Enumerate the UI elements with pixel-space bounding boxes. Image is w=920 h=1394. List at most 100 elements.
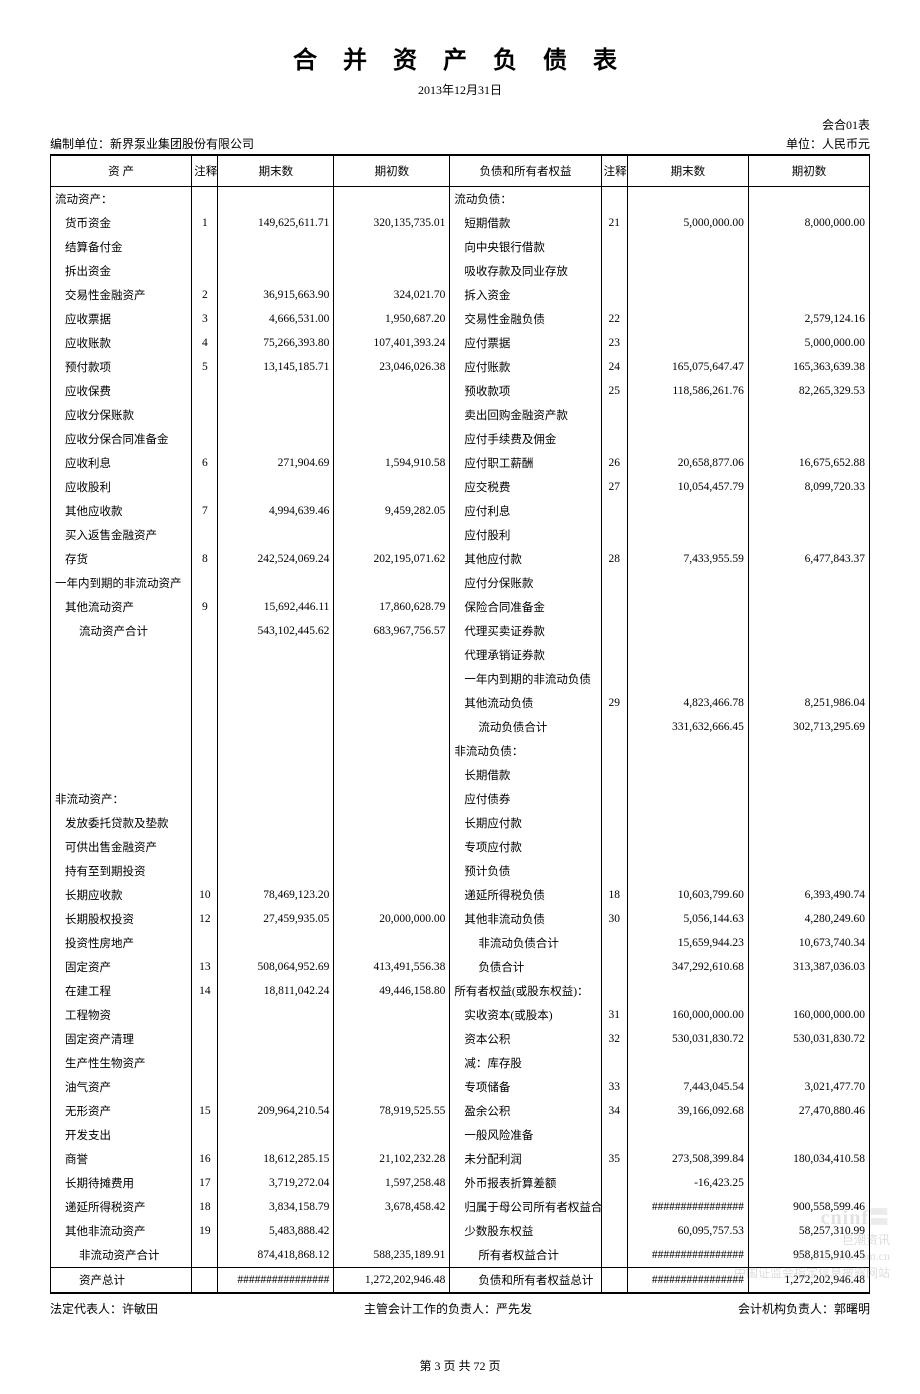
table-row: 非流动负债：: [51, 739, 870, 763]
cell: 7,433,955.59: [627, 547, 748, 571]
cell: 非流动资产：: [51, 787, 192, 811]
cell: 代理承销证券款: [450, 643, 601, 667]
cell: 6,477,843.37: [748, 547, 869, 571]
cell: 生产性生物资产: [51, 1051, 192, 1075]
cell: 202,195,071.62: [334, 547, 450, 571]
cell: 60,095,757.53: [627, 1219, 748, 1243]
cell: [601, 1171, 627, 1195]
cell: 543,102,445.62: [218, 619, 334, 643]
cell: [601, 931, 627, 955]
cell: 8: [192, 547, 218, 571]
cell: 75,266,393.80: [218, 331, 334, 355]
cell: [192, 739, 218, 763]
cell: 流动负债：: [450, 187, 601, 212]
cell: 26: [601, 451, 627, 475]
table-row: 商誉1618,612,285.1521,102,232.28未分配利润35273…: [51, 1147, 870, 1171]
cell: 应付分保账款: [450, 571, 601, 595]
cell: [627, 307, 748, 331]
cell: 82,265,329.53: [748, 379, 869, 403]
table-row: 应收账款475,266,393.80107,401,393.24应付票据235,…: [51, 331, 870, 355]
cell: 49,446,158.80: [334, 979, 450, 1003]
cell: 15,692,446.11: [218, 595, 334, 619]
cell: [627, 499, 748, 523]
cell: [218, 379, 334, 403]
cell: 1,950,687.20: [334, 307, 450, 331]
table-row: 其他流动负债294,823,466.788,251,986.04: [51, 691, 870, 715]
cell: 递延所得税资产: [51, 1195, 192, 1219]
cell: 10: [192, 883, 218, 907]
cell: [218, 667, 334, 691]
legal-rep-name: 许敏田: [122, 1302, 158, 1316]
cell: [51, 643, 192, 667]
cell: [192, 427, 218, 451]
cell: 8,099,720.33: [748, 475, 869, 499]
cell: 530,031,830.72: [627, 1027, 748, 1051]
cell: [218, 691, 334, 715]
cell: [601, 595, 627, 619]
cell: 18,612,285.15: [218, 1147, 334, 1171]
cell: [601, 1268, 627, 1294]
preparer-name: 新界泵业集团股份有限公司: [110, 137, 254, 151]
cell: 资产总计: [51, 1268, 192, 1294]
cell: [192, 235, 218, 259]
cell: 31: [601, 1003, 627, 1027]
cell: [601, 259, 627, 283]
cell: 160,000,000.00: [627, 1003, 748, 1027]
cell: [601, 619, 627, 643]
cell: 非流动负债合计: [450, 931, 601, 955]
table-row: 其他非流动资产195,483,888.42少数股东权益60,095,757.53…: [51, 1219, 870, 1243]
cell: 短期借款: [450, 211, 601, 235]
cell: [218, 643, 334, 667]
table-row: 应收分保账款卖出回购金融资产款: [51, 403, 870, 427]
cell: 其他非流动负债: [450, 907, 601, 931]
table-row: 生产性生物资产减：库存股: [51, 1051, 870, 1075]
page-number: 第 3 页 共 72 页: [50, 1357, 870, 1374]
table-row: 投资性房地产非流动负债合计15,659,944.2310,673,740.34: [51, 931, 870, 955]
cell: 归属于母公司所有者权益合计: [450, 1195, 601, 1219]
cell: [218, 1003, 334, 1027]
cell: [748, 427, 869, 451]
cell: [601, 835, 627, 859]
cell: [218, 715, 334, 739]
cell: [192, 187, 218, 212]
cell: 商誉: [51, 1147, 192, 1171]
cell: 5,483,888.42: [218, 1219, 334, 1243]
cell: 1,272,202,946.48: [334, 1268, 450, 1294]
cell: 应付股利: [450, 523, 601, 547]
table-row: 工程物资实收资本(或股本)31160,000,000.00160,000,000…: [51, 1003, 870, 1027]
table-row: 货币资金1149,625,611.71320,135,735.01短期借款215…: [51, 211, 870, 235]
cell: [601, 739, 627, 763]
cell: 投资性房地产: [51, 931, 192, 955]
cell: 78,469,123.20: [218, 883, 334, 907]
cell: [627, 739, 748, 763]
cell: [601, 667, 627, 691]
table-row: 递延所得税资产183,834,158.793,678,458.42归属于母公司所…: [51, 1195, 870, 1219]
cell: 17,860,628.79: [334, 595, 450, 619]
cell: [748, 235, 869, 259]
cell: [218, 403, 334, 427]
cell: 27: [601, 475, 627, 499]
cell: 盈余公积: [450, 1099, 601, 1123]
cell: [601, 523, 627, 547]
table-row: 持有至到期投资预计负债: [51, 859, 870, 883]
cell: [51, 715, 192, 739]
table-row: 应收票据34,666,531.001,950,687.20交易性金融负债222,…: [51, 307, 870, 331]
table-row: 应收股利应交税费2710,054,457.798,099,720.33: [51, 475, 870, 499]
cell: [627, 979, 748, 1003]
cell: 180,034,410.58: [748, 1147, 869, 1171]
cell: [218, 475, 334, 499]
cell: [748, 643, 869, 667]
cell: 应付票据: [450, 331, 601, 355]
cell: 900,558,599.46: [748, 1195, 869, 1219]
cell: -16,423.25: [627, 1171, 748, 1195]
cell: [334, 1051, 450, 1075]
cell: 10,054,457.79: [627, 475, 748, 499]
cell: 683,967,756.57: [334, 619, 450, 643]
cell: [627, 403, 748, 427]
cell: 预计负债: [450, 859, 601, 883]
cell: 向中央银行借款: [450, 235, 601, 259]
cell: 应收分保账款: [51, 403, 192, 427]
table-row: 流动资产合计543,102,445.62683,967,756.57代理买卖证券…: [51, 619, 870, 643]
cell: 14: [192, 979, 218, 1003]
cell: 开发支出: [51, 1123, 192, 1147]
